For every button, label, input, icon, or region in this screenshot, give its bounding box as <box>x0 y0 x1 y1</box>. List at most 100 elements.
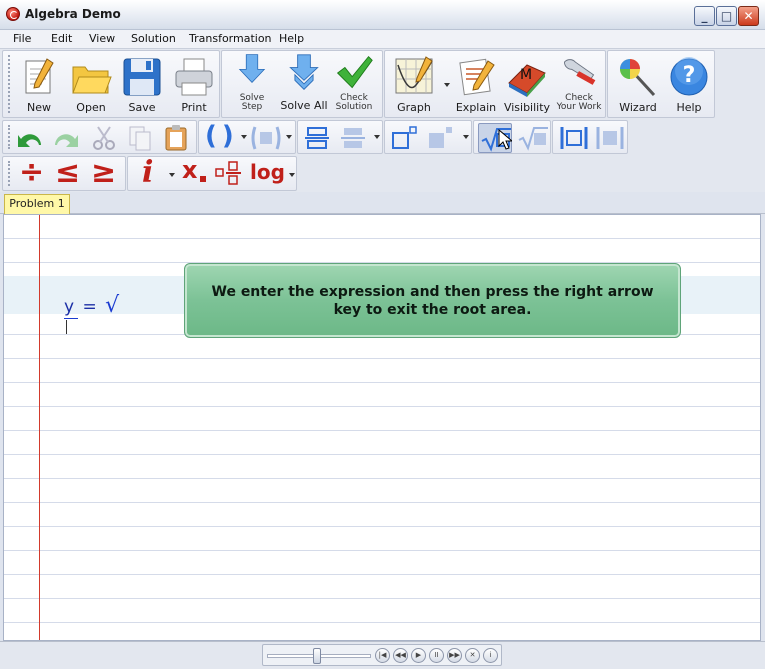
equation-line[interactable]: y = √ <box>64 293 122 338</box>
undo-button[interactable] <box>15 123 45 153</box>
solve-all-button[interactable]: Solve All <box>279 53 329 117</box>
equation-equals: = <box>82 297 97 317</box>
info-button[interactable]: i <box>136 155 166 190</box>
first-icon: |◀ <box>378 651 387 659</box>
redo-button[interactable] <box>51 123 81 153</box>
solve-step-label-2: Step <box>241 102 263 112</box>
first-button[interactable]: |◀ <box>375 648 390 663</box>
info-dropdown[interactable] <box>169 173 175 177</box>
less-equal-button[interactable]: ≤ <box>53 155 83 190</box>
cut-button[interactable] <box>89 123 119 153</box>
tab-problem-1[interactable]: Problem 1 <box>4 194 70 214</box>
toolbar-grip[interactable] <box>8 161 12 186</box>
brackets-dropdown[interactable] <box>286 135 292 139</box>
superscript-icon <box>392 126 417 149</box>
math-toolbar: ÷ ≤ ≥ i x log <box>0 155 765 192</box>
box-fraction-button[interactable] <box>214 159 244 189</box>
pause-button[interactable]: II <box>429 648 444 663</box>
greater-equal-button[interactable]: ≥ <box>89 155 119 190</box>
log-dropdown[interactable] <box>289 173 295 177</box>
fast-forward-icon: ▶▶ <box>449 651 460 659</box>
solve-step-arrow-icon <box>238 54 266 84</box>
menu-help[interactable]: Help <box>279 32 304 45</box>
solve-step-button[interactable]: Solve Step <box>227 53 277 117</box>
parentheses-icon: ( ) <box>205 121 234 151</box>
explain-notepad-icon <box>459 58 495 96</box>
log-button[interactable]: log <box>248 159 285 189</box>
grouping-toolbar-group: ( ) <box>198 120 296 154</box>
check-your-work-button[interactable]: Check Your Work <box>554 53 604 117</box>
menu-transformation[interactable]: Transformation <box>189 32 272 45</box>
play-button[interactable]: ▶ <box>411 648 426 663</box>
log-icon: log <box>250 160 285 184</box>
parentheses-button[interactable]: ( ) <box>203 121 239 153</box>
rewind-button[interactable]: ◀◀ <box>393 648 408 663</box>
info-playback-button[interactable]: i <box>483 648 498 663</box>
main-toolbar: New Open Save Print Solve Step Solve All… <box>0 49 765 119</box>
fraction-button[interactable] <box>302 123 332 153</box>
menu-file[interactable]: File <box>13 32 31 45</box>
absolute-value-button[interactable] <box>557 123 591 153</box>
copy-icon <box>129 126 151 151</box>
menu-solution[interactable]: Solution <box>131 32 176 45</box>
parentheses-dropdown[interactable] <box>241 135 247 139</box>
edit-toolbar: ( ) <box>0 119 765 155</box>
minimize-button[interactable]: _ <box>694 6 715 26</box>
close-button[interactable]: ✕ <box>738 6 759 26</box>
greater-equal-icon: ≥ <box>91 155 117 190</box>
copy-button[interactable] <box>125 123 155 153</box>
new-button[interactable]: New <box>14 53 64 117</box>
help-toolbar-group: Wizard ? Help <box>607 50 715 118</box>
info-italic-icon: i <box>142 155 154 190</box>
wrench-icon <box>563 59 596 85</box>
margin-line <box>39 215 40 640</box>
paste-button[interactable] <box>161 123 191 153</box>
check-solution-button[interactable]: Check Solution <box>329 53 379 117</box>
subscript-button[interactable]: x <box>178 156 208 189</box>
fraction-icon <box>305 127 329 149</box>
title-bar: Algebra Demo _ □ ✕ <box>0 0 765 30</box>
save-button[interactable]: Save <box>117 53 167 117</box>
brackets-button[interactable] <box>249 123 283 153</box>
absolute-value-icon <box>560 127 588 149</box>
maximize-button[interactable]: □ <box>716 6 737 26</box>
check-solution-label-2: Solution <box>335 102 373 112</box>
absolute-value-alt-button[interactable] <box>593 123 627 153</box>
visibility-button[interactable]: M Visibility <box>502 53 552 117</box>
print-button[interactable]: Print <box>169 53 219 117</box>
superscript-dropdown[interactable] <box>463 135 469 139</box>
explain-button[interactable]: Explain <box>451 53 501 117</box>
stop-icon: ✕ <box>469 651 476 659</box>
stop-button[interactable]: ✕ <box>465 648 480 663</box>
window-title: Algebra Demo <box>25 7 121 21</box>
menu-view[interactable]: View <box>89 32 115 45</box>
tutorial-callout: We enter the expression and then press t… <box>184 263 681 338</box>
superscript-button[interactable] <box>389 123 419 153</box>
subscript-box-icon <box>200 176 206 182</box>
nth-root-button[interactable] <box>516 123 550 153</box>
fraction-dropdown[interactable] <box>374 135 380 139</box>
toolbar-grip[interactable] <box>8 125 12 149</box>
absolute-toolbar-group <box>552 120 628 154</box>
graph-dropdown-arrow[interactable] <box>444 83 450 87</box>
cut-icon <box>93 126 115 150</box>
graph-icon <box>395 56 433 94</box>
solve-all-arrows-icon <box>289 54 319 91</box>
info-icon: i <box>489 651 492 659</box>
fraction-alt-button[interactable] <box>338 123 368 153</box>
playback-bar: |◀ ◀◀ ▶ II ▶▶ ✕ i <box>0 641 765 669</box>
fast-forward-button[interactable]: ▶▶ <box>447 648 462 663</box>
wizard-button[interactable]: Wizard <box>613 53 663 117</box>
graph-button[interactable]: Graph <box>389 53 439 117</box>
playback-slider-thumb[interactable] <box>313 648 322 664</box>
nth-root-icon <box>518 127 548 151</box>
superscript-alt-icon <box>429 127 452 148</box>
help-button[interactable]: ? Help <box>664 53 714 117</box>
root-toolbar-group <box>473 120 551 154</box>
fraction-toolbar-group <box>297 120 383 154</box>
divide-button[interactable]: ÷ <box>17 155 47 190</box>
worksheet[interactable]: y = √ We enter the expression and then p… <box>3 214 761 641</box>
superscript-alt-button[interactable] <box>425 123 455 153</box>
open-button[interactable]: Open <box>66 53 116 117</box>
menu-edit[interactable]: Edit <box>51 32 72 45</box>
